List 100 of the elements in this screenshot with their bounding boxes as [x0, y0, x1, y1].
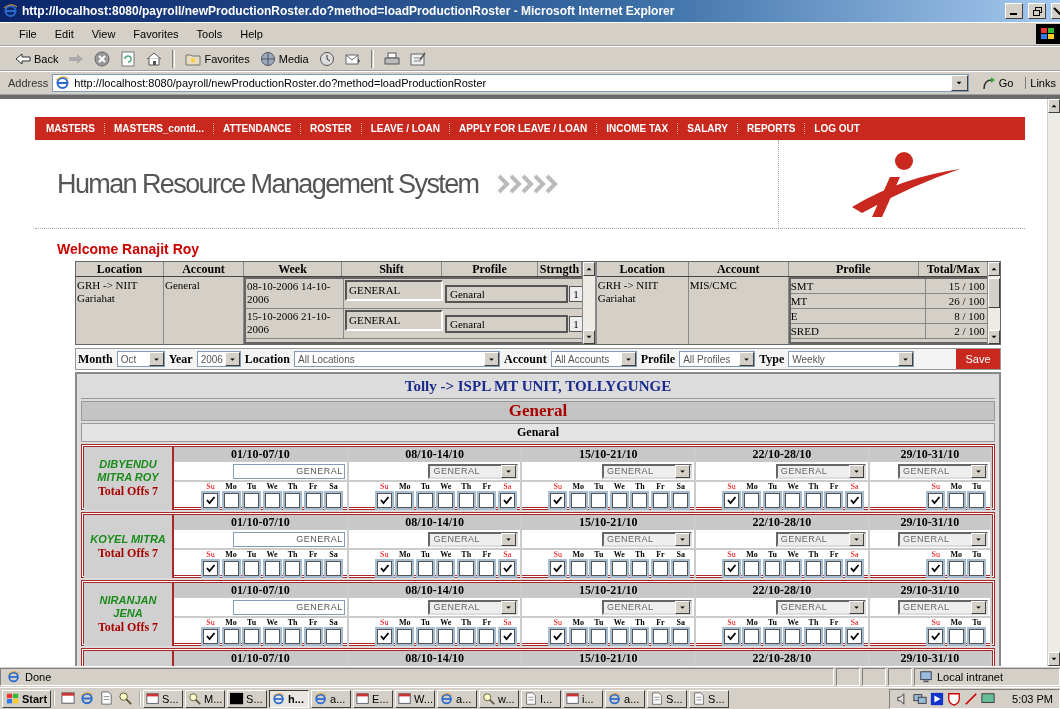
checkbox[interactable]	[326, 493, 342, 508]
checkbox[interactable]	[969, 493, 985, 508]
checkbox[interactable]	[570, 561, 586, 576]
checkbox[interactable]	[285, 493, 301, 508]
taskbar-button[interactable]: E...	[353, 689, 394, 708]
restore-button[interactable]	[1028, 3, 1046, 19]
shift-dropdown[interactable]: GENERAL	[898, 531, 988, 547]
checkbox[interactable]	[244, 561, 260, 576]
nav-link[interactable]: ROSTER	[300, 123, 361, 134]
checkbox[interactable]	[479, 493, 495, 508]
checkbox[interactable]	[570, 629, 586, 644]
checkbox[interactable]	[438, 561, 454, 576]
document-icon[interactable]	[99, 691, 115, 706]
shift-dropdown[interactable]: GENERAL	[775, 463, 866, 479]
shift-dropdown[interactable]: GENERAL	[428, 599, 519, 615]
checkbox[interactable]	[499, 561, 515, 576]
checkbox[interactable]	[826, 561, 842, 576]
checkbox[interactable]	[928, 493, 944, 508]
checkbox[interactable]	[326, 629, 342, 644]
checkbox[interactable]	[805, 629, 821, 644]
checkbox[interactable]	[632, 561, 648, 576]
shift-field[interactable]: GENERAL	[232, 599, 345, 615]
nav-link[interactable]: MASTERS_contd...	[103, 123, 213, 134]
printer-icon[interactable]	[383, 50, 400, 67]
filter-dropdown[interactable]: All Accounts	[550, 351, 637, 367]
checkbox[interactable]	[826, 629, 842, 644]
checkbox[interactable]	[264, 493, 280, 508]
checkbox[interactable]	[397, 561, 413, 576]
checkbox[interactable]	[591, 493, 607, 508]
checkbox[interactable]	[611, 561, 627, 576]
filter-dropdown[interactable]: All Profiles	[679, 351, 756, 367]
scrollbar[interactable]	[1047, 99, 1060, 666]
checkbox[interactable]	[223, 629, 239, 644]
checkbox[interactable]	[948, 561, 964, 576]
taskbar-button[interactable]: M...	[185, 689, 226, 708]
checkbox[interactable]	[285, 561, 301, 576]
checkbox[interactable]	[744, 561, 760, 576]
checkbox[interactable]	[928, 629, 944, 644]
checkbox[interactable]	[376, 629, 392, 644]
checkbox[interactable]	[785, 629, 801, 644]
filter-dropdown[interactable]: 2006	[196, 351, 241, 367]
checkbox[interactable]	[244, 493, 260, 508]
checkbox[interactable]	[397, 493, 413, 508]
links-button[interactable]: Links	[1025, 77, 1060, 89]
checkbox[interactable]	[723, 561, 739, 576]
taskbar-button[interactable]: w...	[479, 689, 520, 708]
checkbox[interactable]	[223, 561, 239, 576]
checkbox[interactable]	[326, 561, 342, 576]
checkbox[interactable]	[591, 629, 607, 644]
magnifier-icon[interactable]	[118, 691, 134, 706]
checkbox[interactable]	[632, 493, 648, 508]
checkbox[interactable]	[305, 493, 321, 508]
checkbox[interactable]	[499, 493, 515, 508]
desktop-icon[interactable]	[61, 691, 77, 706]
checkbox[interactable]	[305, 561, 321, 576]
taskbar-button[interactable]: h...	[269, 689, 310, 708]
taskbar-button[interactable]: W...	[395, 689, 436, 708]
checkbox[interactable]	[673, 561, 689, 576]
checkbox[interactable]	[550, 629, 566, 644]
shift-dropdown[interactable]: GENERAL	[428, 531, 519, 547]
checkbox[interactable]	[764, 493, 780, 508]
nav-link[interactable]: APPLY FOR LEAVE / LOAN	[449, 123, 597, 134]
taskbar-button[interactable]: S...	[647, 689, 688, 708]
taskbar-button[interactable]: a...	[437, 689, 478, 708]
taskbar-button[interactable]: S...	[227, 689, 268, 708]
checkbox[interactable]	[673, 493, 689, 508]
checkbox[interactable]	[805, 561, 821, 576]
clock-icon[interactable]	[318, 50, 335, 67]
checkbox[interactable]	[805, 493, 821, 508]
checkbox[interactable]	[948, 493, 964, 508]
menu-item[interactable]: View	[82, 26, 125, 42]
nav-link[interactable]: LEAVE / LOAN	[360, 123, 449, 134]
filter-dropdown[interactable]: All Locations	[294, 351, 500, 367]
checkbox[interactable]	[203, 629, 219, 644]
checkbox[interactable]	[928, 561, 944, 576]
checkbox[interactable]	[673, 629, 689, 644]
address-field[interactable]: http://localhost:8080/payroll/newProductionRoster.do?method=loadProductionRoster	[52, 74, 969, 92]
shift-dropdown[interactable]: GENERAL	[428, 463, 519, 479]
menu-item[interactable]: Edit	[45, 26, 83, 42]
menu-item[interactable]: Help	[231, 26, 272, 42]
taskbar-button[interactable]: a...	[311, 689, 352, 708]
checkbox[interactable]	[846, 629, 862, 644]
taskbar-button[interactable]: i...	[563, 689, 604, 708]
checkbox[interactable]	[203, 493, 219, 508]
checkbox[interactable]	[785, 561, 801, 576]
nav-link[interactable]: INCOME TAX	[596, 123, 678, 134]
checkbox[interactable]	[458, 493, 474, 508]
checkbox[interactable]	[744, 629, 760, 644]
nav-link[interactable]: MASTERS	[37, 123, 104, 134]
checkbox[interactable]	[744, 493, 760, 508]
shift-dropdown[interactable]: GENERAL	[775, 599, 866, 615]
taskbar-button[interactable]: I...	[521, 689, 562, 708]
menu-item[interactable]: File	[10, 26, 46, 42]
notepad-icon[interactable]	[409, 50, 426, 67]
shift-field[interactable]: GENERAL	[232, 463, 345, 479]
taskbar-button[interactable]: S...	[689, 689, 730, 708]
menu-item[interactable]: Tools	[187, 26, 232, 42]
browser-icon[interactable]	[80, 691, 96, 706]
checkbox[interactable]	[826, 493, 842, 508]
shift-dropdown[interactable]: GENERAL	[602, 531, 693, 547]
